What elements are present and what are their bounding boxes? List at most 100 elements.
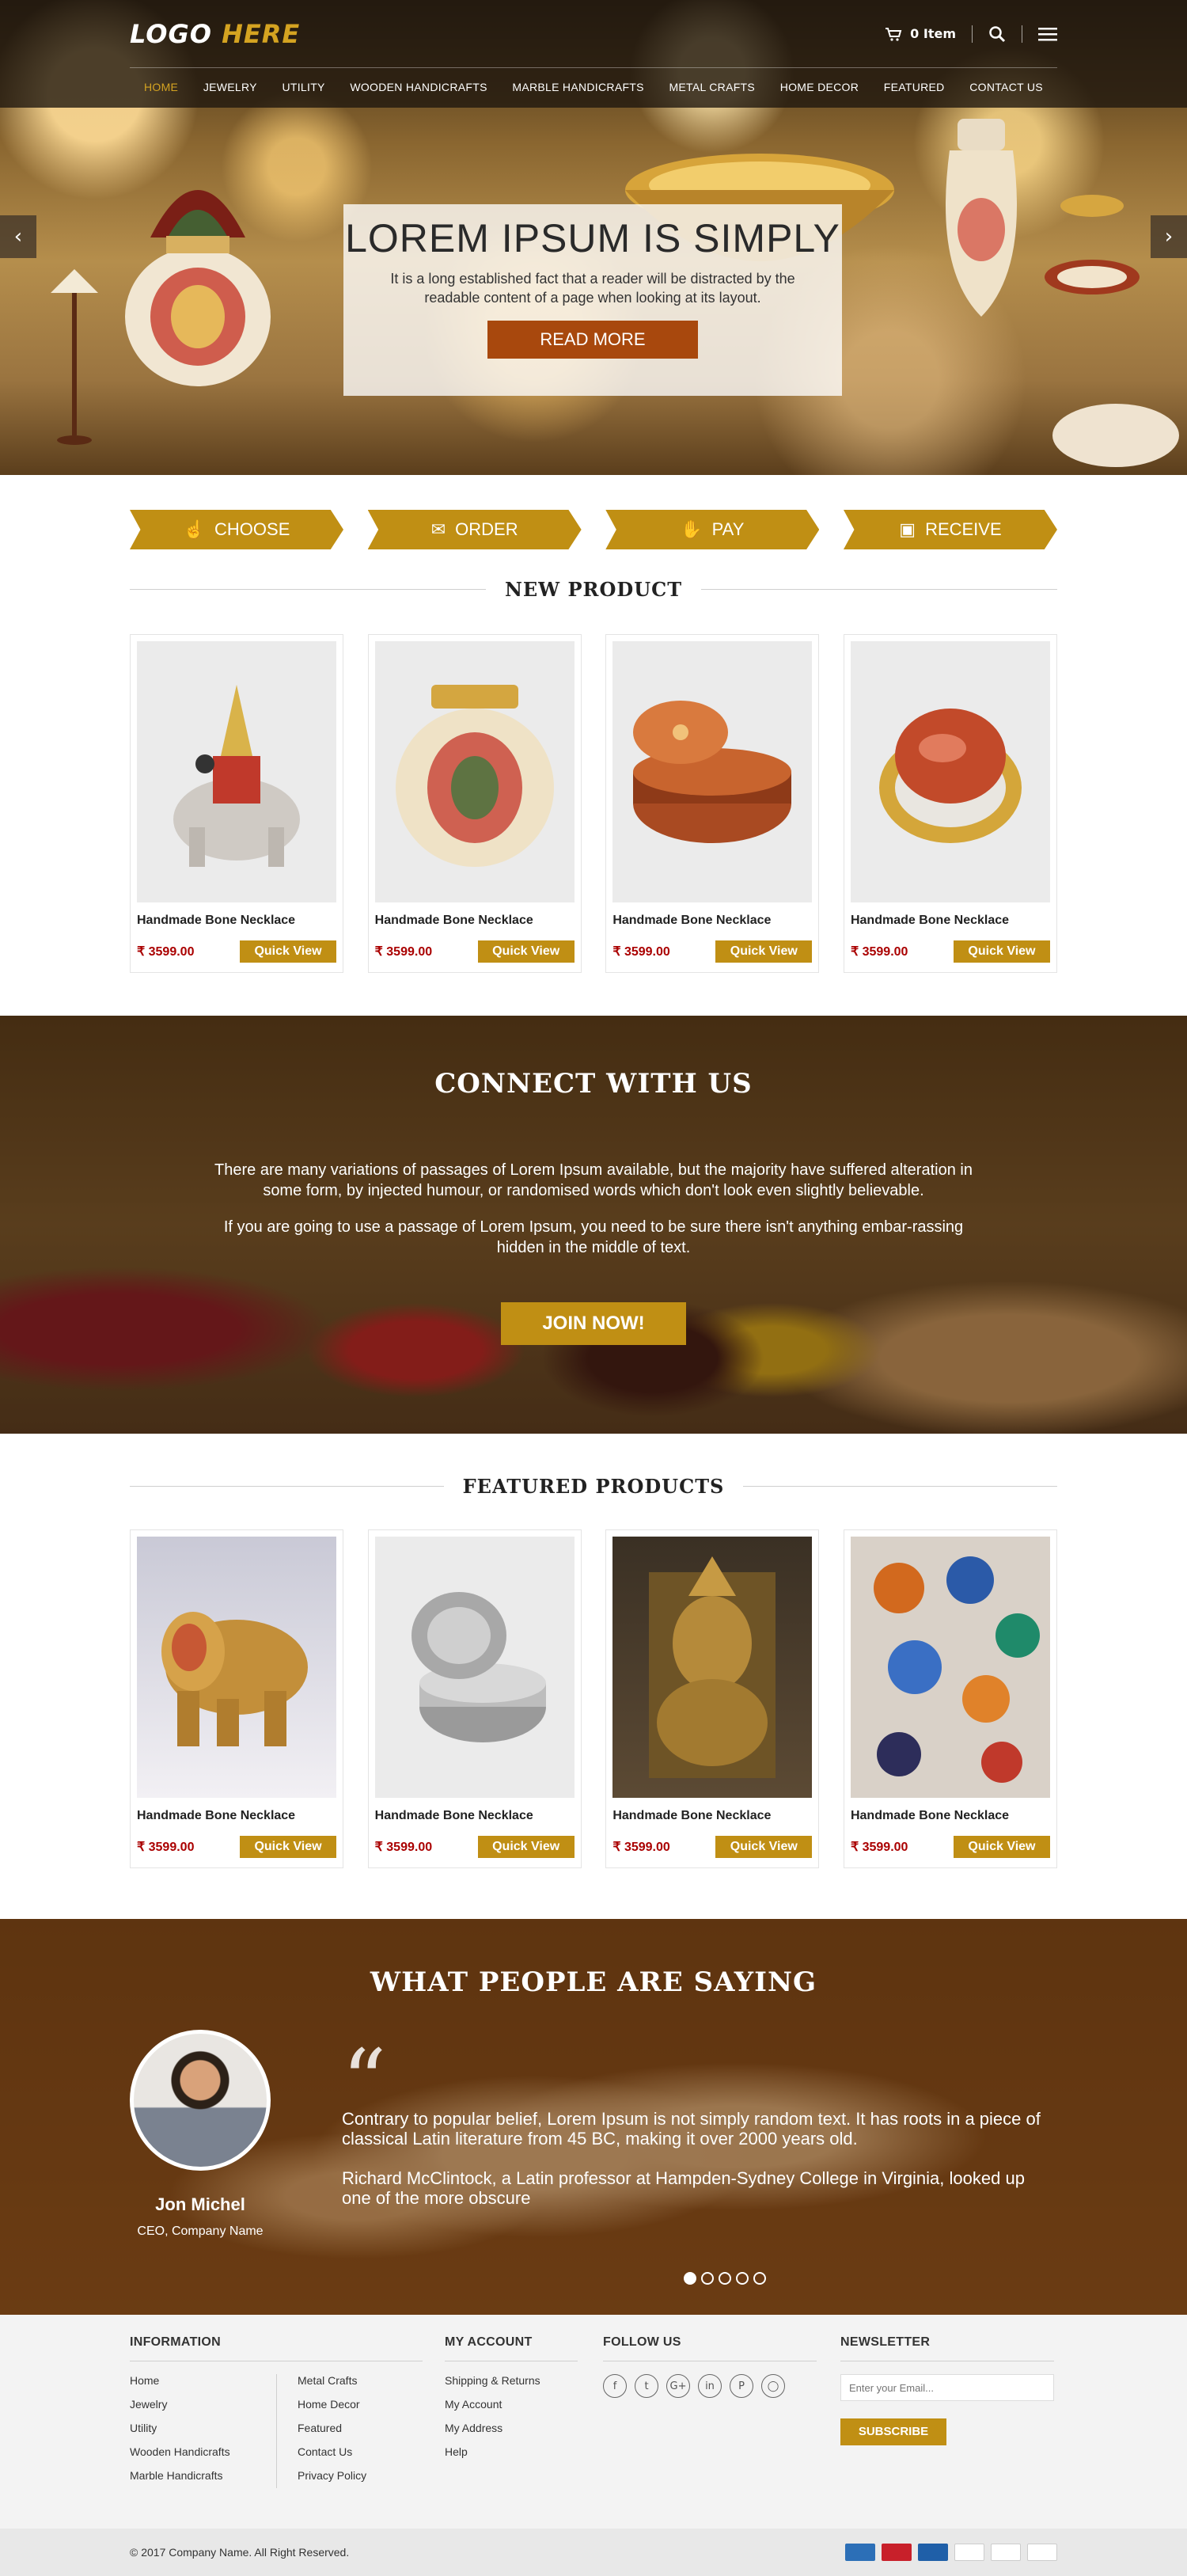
product-card[interactable]: Handmade Bone Necklace ₹ 3599.00 Quick V… [367, 1529, 582, 1868]
nav-home-decor[interactable]: HOME DECOR [780, 81, 859, 93]
product-price: ₹ 3599.00 [374, 1841, 433, 1854]
nav-jewelry[interactable]: JEWELRY [203, 81, 257, 93]
nav-wooden-handicrafts[interactable]: WOODEN HANDICRAFTS [350, 81, 487, 93]
product-card[interactable]: Handmade Bone Necklace ₹ 3599.00 Quick V… [130, 634, 343, 973]
hero-caption: LOREM IPSUM IS SIMPLY It is a long estab… [343, 204, 842, 396]
cart-link[interactable]: 0 Item [885, 26, 956, 41]
product-name[interactable]: Handmade Bone Necklace [612, 1809, 812, 1823]
pinterest-icon[interactable]: P [730, 2374, 753, 2398]
site-logo[interactable]: LOGO HERE [130, 19, 300, 49]
connect-title: CONNECT WITH US [434, 1068, 753, 1100]
cart-count: 0 Item [910, 26, 956, 41]
footer-link[interactable]: Shipping & Returns [445, 2374, 578, 2387]
footer-link[interactable]: Metal Crafts [298, 2374, 366, 2387]
product-name[interactable]: Handmade Bone Necklace [137, 914, 336, 928]
footer-link[interactable]: Wooden Handicrafts [130, 2445, 276, 2458]
menu-icon[interactable] [1038, 27, 1057, 41]
product-image[interactable] [612, 1537, 813, 1798]
google-plus-icon[interactable]: G+ [666, 2374, 690, 2398]
twitter-icon[interactable]: t [635, 2374, 658, 2398]
step-choose: ☝ CHOOSE [130, 510, 343, 549]
footer-link[interactable]: Contact Us [298, 2445, 366, 2458]
step-label: CHOOSE [214, 519, 290, 539]
footer-link[interactable]: Help [445, 2445, 578, 2458]
product-image[interactable] [612, 641, 813, 902]
nav-featured[interactable]: FEATURED [884, 81, 945, 93]
product-image[interactable] [137, 641, 336, 902]
testimonial-text: Contrary to popular belief, Lorem Ipsum … [342, 2109, 1054, 2208]
product-name[interactable]: Handmade Bone Necklace [851, 1809, 1050, 1823]
footer-link[interactable]: Utility [130, 2422, 276, 2434]
footer-newsletter: NEWSLETTER SUBSCRIBE [840, 2335, 1054, 2493]
hero-title: LOREM IPSUM IS SIMPLY [345, 216, 840, 260]
receipt-icon: ✉ [430, 519, 446, 539]
product-name[interactable]: Handmade Bone Necklace [375, 1809, 575, 1823]
product-image[interactable] [374, 641, 575, 902]
product-price: ₹ 3599.00 [612, 945, 670, 959]
product-name[interactable]: Handmade Bone Necklace [375, 914, 575, 928]
quick-view-button[interactable]: Quick View [953, 940, 1050, 963]
footer-link[interactable]: Home [130, 2374, 276, 2387]
quick-view-button[interactable]: Quick View [240, 940, 336, 963]
newsletter-email-input[interactable] [840, 2374, 1054, 2401]
product-card[interactable]: Handmade Bone Necklace ₹ 3599.00 Quick V… [843, 1529, 1057, 1868]
section-title: NEW PRODUCT [504, 578, 683, 601]
quick-view-button[interactable]: Quick View [715, 940, 813, 963]
facebook-icon[interactable]: f [603, 2374, 627, 2398]
product-image[interactable] [374, 1537, 575, 1798]
product-card[interactable]: Handmade Bone Necklace ₹ 3599.00 Quick V… [605, 634, 820, 973]
product-card[interactable]: Handmade Bone Necklace ₹ 3599.00 Quick V… [367, 634, 582, 973]
product-image[interactable] [850, 1537, 1050, 1798]
pagination-dot[interactable] [701, 2272, 714, 2285]
product-name[interactable]: Handmade Bone Necklace [137, 1809, 336, 1823]
nav-home[interactable]: HOME [144, 81, 178, 93]
pagination-dot[interactable] [719, 2272, 731, 2285]
pagination-dot[interactable] [736, 2272, 749, 2285]
product-image[interactable] [137, 1537, 336, 1798]
pagination-dot[interactable] [753, 2272, 766, 2285]
product-card[interactable]: Handmade Bone Necklace ₹ 3599.00 Quick V… [605, 1529, 820, 1868]
slider-prev-button[interactable]: ‹ [0, 215, 36, 258]
quick-view-button[interactable]: Quick View [477, 940, 575, 963]
quick-view-button[interactable]: Quick View [715, 1836, 813, 1858]
read-more-button[interactable]: READ MORE [487, 320, 698, 359]
nav-marble-handicrafts[interactable]: MARBLE HANDICRAFTS [512, 81, 643, 93]
footer-link[interactable]: Marble Handicrafts [130, 2469, 276, 2482]
quick-view-button[interactable]: Quick View [240, 1836, 336, 1858]
footer-link[interactable]: My Address [445, 2422, 578, 2434]
quick-view-button[interactable]: Quick View [953, 1836, 1050, 1858]
product-name[interactable]: Handmade Bone Necklace [612, 914, 812, 928]
connect-text-2: If you are going to use a passage of Lor… [223, 1218, 964, 1256]
footer-link[interactable]: Featured [298, 2422, 366, 2434]
footer-heading: FOLLOW US [603, 2335, 817, 2361]
slider-next-button[interactable]: › [1151, 215, 1187, 258]
product-price: ₹ 3599.00 [374, 945, 433, 959]
footer-heading: NEWSLETTER [840, 2335, 1054, 2361]
nav-contact-us[interactable]: CONTACT US [969, 81, 1043, 93]
chevron-left-icon: ‹ [13, 225, 23, 249]
new-product-heading: NEW PRODUCT [130, 578, 1058, 601]
product-card[interactable]: Handmade Bone Necklace ₹ 3599.00 Quick V… [843, 634, 1057, 973]
product-card[interactable]: Handmade Bone Necklace ₹ 3599.00 Quick V… [130, 1529, 343, 1868]
footer-link[interactable]: Jewelry [130, 2398, 276, 2411]
product-image[interactable] [850, 641, 1050, 902]
join-now-button[interactable]: JOIN NOW! [501, 1302, 686, 1345]
product-name[interactable]: Handmade Bone Necklace [851, 914, 1050, 928]
paypal-icon [954, 2544, 984, 2561]
product-price: ₹ 3599.00 [850, 945, 908, 959]
footer-link[interactable]: Privacy Policy [298, 2469, 366, 2482]
subscribe-button[interactable]: SUBSCRIBE [840, 2418, 946, 2445]
footer-link[interactable]: My Account [445, 2398, 578, 2411]
pagination-dot[interactable] [684, 2272, 696, 2285]
footer-link[interactable]: Home Decor [298, 2398, 366, 2411]
linkedin-icon[interactable]: in [698, 2374, 722, 2398]
process-steps: ☝ CHOOSE ✉ ORDER ✋ PAY ▣ RECEIVE [130, 510, 1057, 549]
search-icon[interactable] [988, 25, 1006, 43]
nav-utility[interactable]: UTILITY [282, 81, 324, 93]
nav-metal-crafts[interactable]: METAL CRAFTS [669, 81, 755, 93]
cart-icon [886, 27, 902, 41]
instagram-icon[interactable]: ◯ [761, 2374, 785, 2398]
info-links-col1: Home Jewelry Utility Wooden Handicrafts … [130, 2374, 277, 2488]
quick-view-button[interactable]: Quick View [477, 1836, 575, 1858]
logo-text-logo: LOGO [130, 18, 212, 49]
